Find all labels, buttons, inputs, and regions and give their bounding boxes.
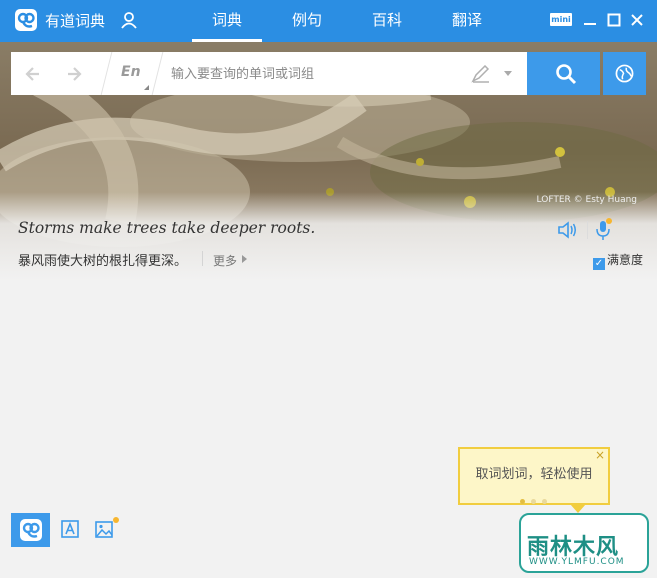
separator [151,52,164,95]
arrow-left-icon[interactable] [23,64,43,84]
checkbox-checked-icon[interactable]: ✓ [593,258,605,270]
satisfaction-label: 满意度 [607,253,644,267]
chevron-down-icon[interactable] [504,71,512,76]
mini-mode-button[interactable]: mini [550,13,572,26]
watermark-url: WWW.YLMFU.COM [529,557,625,567]
title-bar: 有道词典 词典 例句 百科 翻译 mini [0,0,657,42]
tab-dictionary[interactable]: 词典 [192,0,262,42]
notification-dot [113,517,119,523]
separator [202,251,203,266]
separator [587,221,588,239]
screen-capture-icon[interactable] [60,519,80,539]
speaker-icon[interactable] [557,221,577,239]
image-translate-icon[interactable] [94,519,116,539]
satisfaction-checkbox[interactable]: ✓ 满意度 [593,251,643,270]
search-icon [556,64,577,85]
watermark-logo: 雨林木风 WWW.YLMFU.COM [519,513,649,573]
dictionary-mode-button[interactable] [11,513,50,547]
separator [100,52,113,95]
maximize-icon[interactable] [606,12,622,28]
notification-dot [606,218,612,224]
close-icon[interactable]: × [595,448,605,462]
web-search-button[interactable] [603,52,646,95]
pager-dot[interactable] [531,499,536,504]
photo-credit: LOFTER © Esty Huang [536,195,637,205]
chevron-right-icon[interactable] [242,255,247,263]
daily-sentence-chinese: 暴风雨使大树的根扎得更深。 [18,254,188,269]
daily-sentence-english: Storms make trees take deeper roots. [18,219,316,237]
tab-examples[interactable]: 例句 [272,0,342,42]
youdao-logo-icon [15,9,37,31]
tooltip-pager [520,489,553,508]
tab-encyclopedia[interactable]: 百科 [352,0,422,42]
tab-translate[interactable]: 翻译 [432,0,502,42]
search-button[interactable] [527,52,600,95]
search-input[interactable] [171,60,461,88]
close-icon[interactable] [629,12,645,28]
more-link[interactable]: 更多 [213,252,237,269]
language-switch[interactable]: En [121,64,141,80]
language-corner-icon [144,85,149,90]
minimize-icon[interactable] [582,12,598,28]
pager-dot[interactable] [520,499,525,504]
youdao-logo-icon [20,519,42,541]
arrow-right-icon[interactable] [64,64,84,84]
tooltip-bubble: 取词划词，轻松使用 × [458,447,610,513]
tooltip-text: 取词划词，轻松使用 [475,467,593,482]
pen-icon[interactable] [471,65,491,83]
globe-icon [615,64,634,83]
user-icon[interactable] [120,11,138,29]
search-bar: En [11,52,527,95]
app-title: 有道词典 [45,12,106,30]
pager-dot[interactable] [542,499,547,504]
